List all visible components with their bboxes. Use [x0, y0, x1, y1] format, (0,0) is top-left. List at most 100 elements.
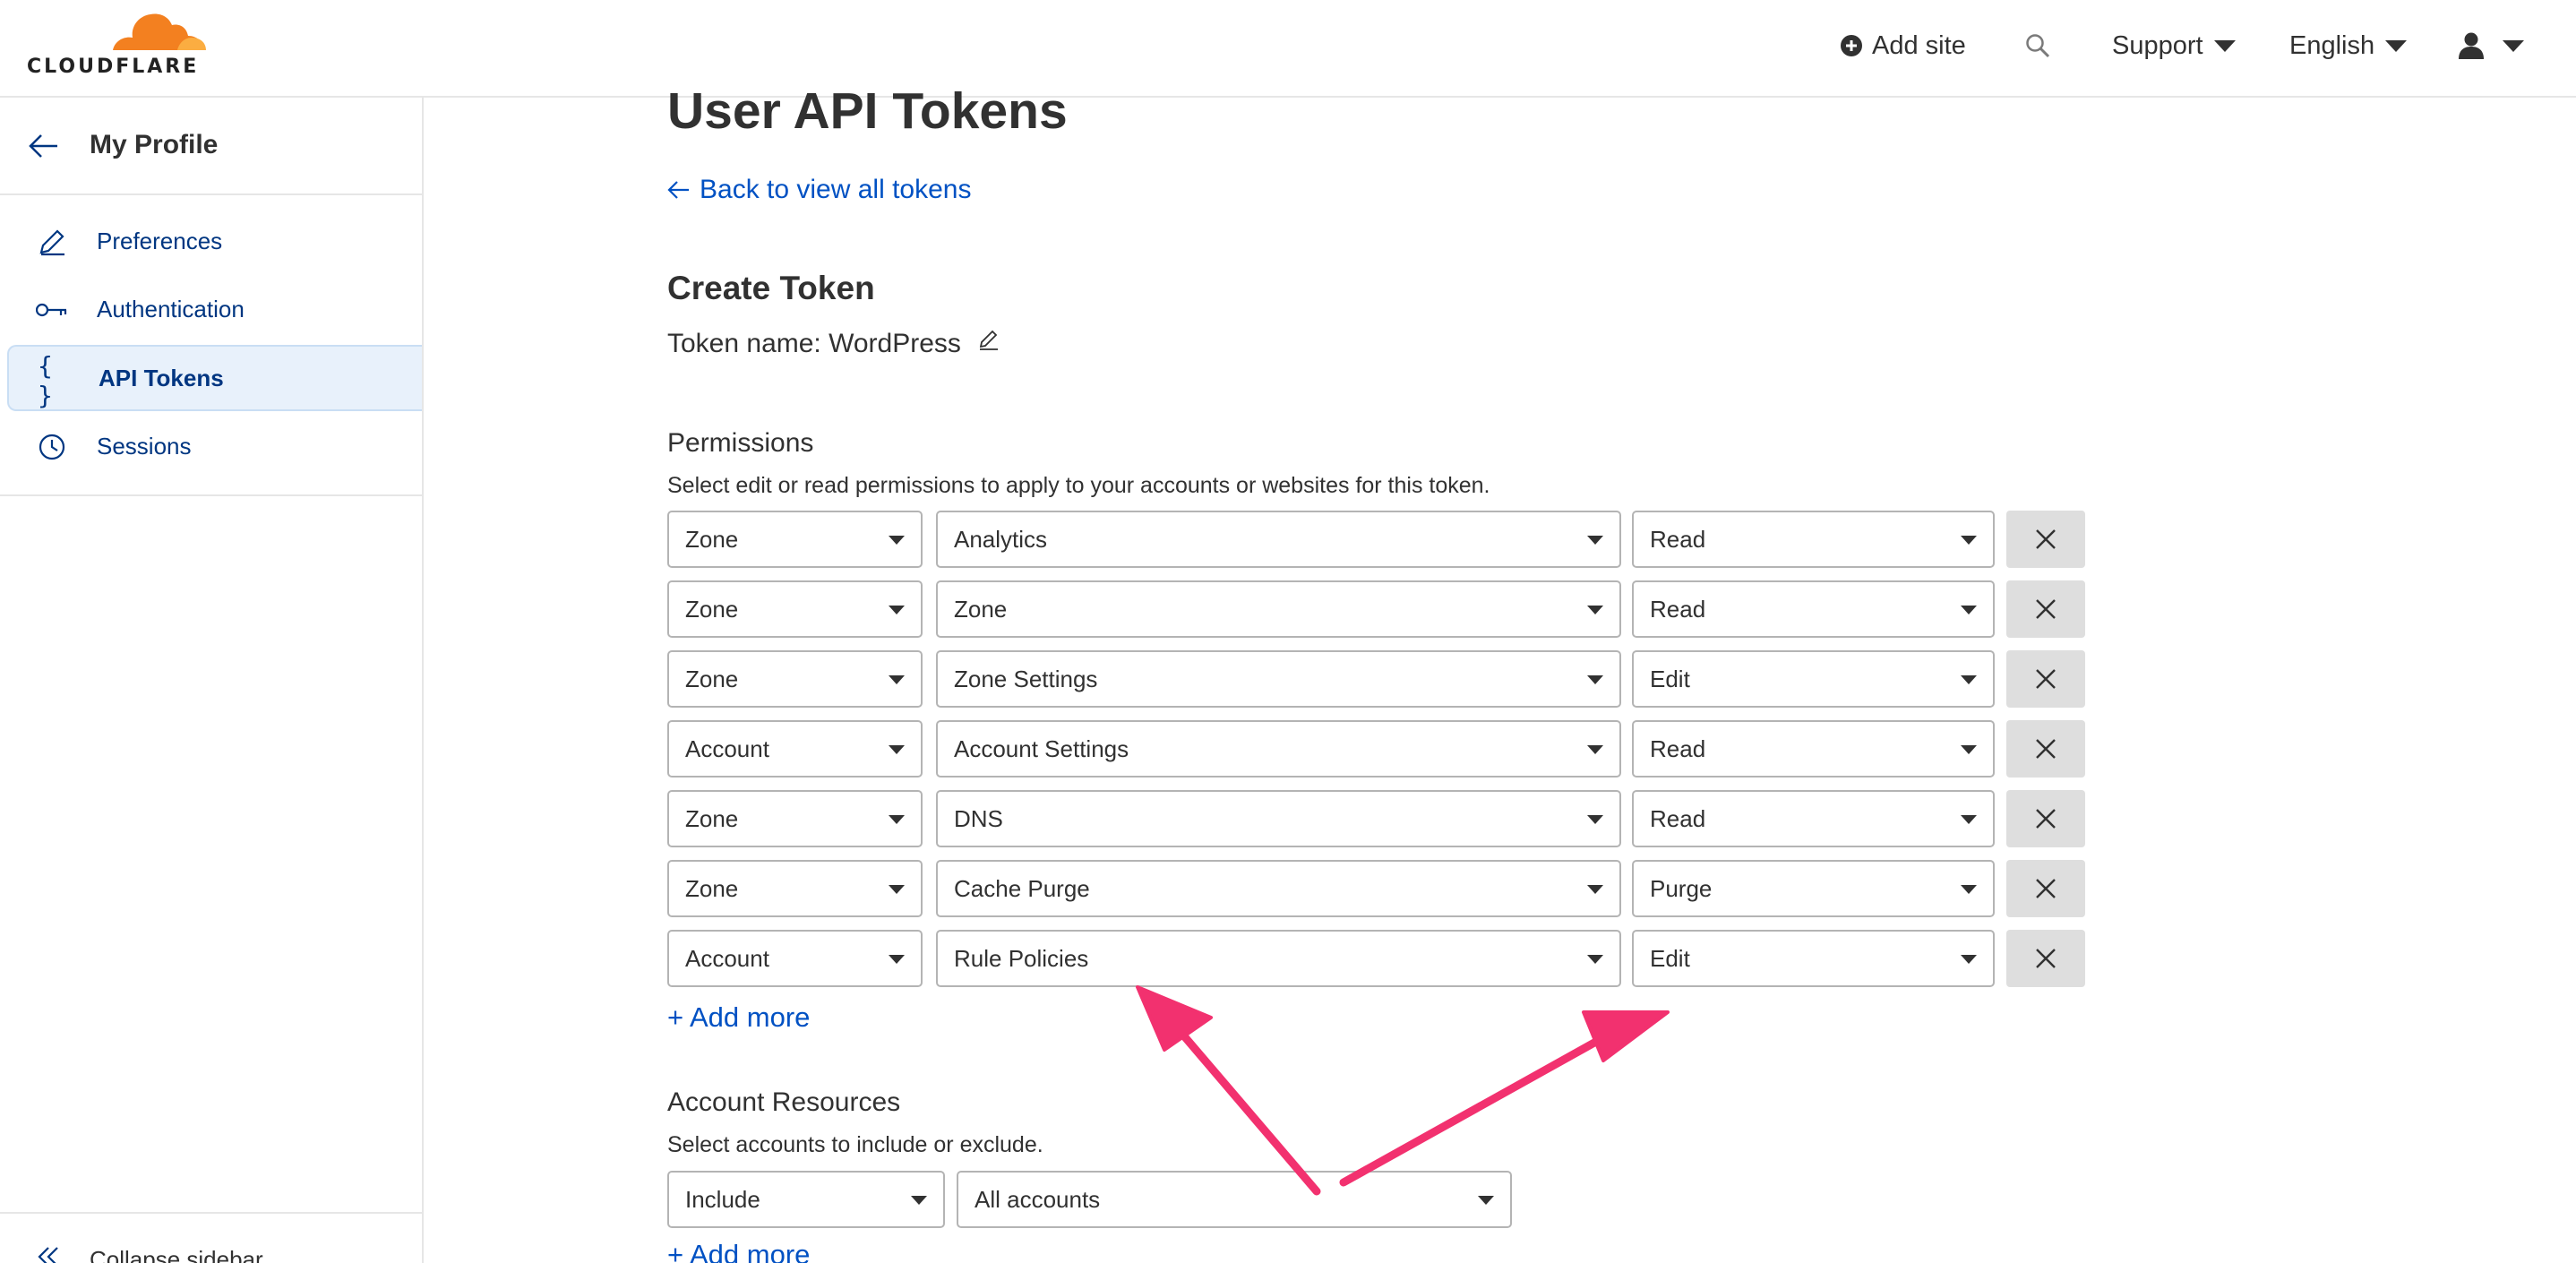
- annotation-arrow-right: [1339, 1029, 1615, 1187]
- arrowhead-icon: [1582, 1010, 1670, 1062]
- scope-select[interactable]: Zone: [667, 580, 923, 638]
- language-label: English: [2289, 30, 2375, 60]
- resource-value: Account Settings: [954, 735, 1129, 762]
- scope-select[interactable]: Zone: [667, 511, 923, 568]
- scope-value: Account: [685, 944, 769, 972]
- back-link-label: Back to view all tokens: [700, 175, 972, 204]
- close-icon: [2036, 669, 2056, 689]
- resource-select[interactable]: Rule Policies: [936, 930, 1621, 987]
- dropdown-arrow-icon: [1961, 536, 1977, 545]
- sidebar-item-api-tokens[interactable]: { } API Tokens: [7, 345, 422, 411]
- remove-permission-button[interactable]: [2006, 860, 2085, 917]
- scope-select[interactable]: Zone: [667, 790, 923, 847]
- token-name-display: Token name: WordPress: [667, 329, 1000, 359]
- remove-permission-button[interactable]: [2006, 790, 2085, 847]
- chevron-down-icon: [2385, 39, 2408, 52]
- resource-value: Rule Policies: [954, 944, 1089, 972]
- language-menu[interactable]: English: [2289, 27, 2408, 64]
- include-select[interactable]: Include: [667, 1171, 945, 1228]
- sidebar-item-preferences[interactable]: Preferences: [7, 208, 422, 274]
- dropdown-arrow-icon: [1961, 675, 1977, 684]
- permission-row: Zone DNS Read: [667, 790, 2088, 847]
- scope-select[interactable]: Zone: [667, 650, 923, 708]
- access-level-select[interactable]: Edit: [1632, 650, 1995, 708]
- permission-row: Zone Zone Settings Edit: [667, 650, 2088, 708]
- dropdown-arrow-icon: [1587, 885, 1603, 894]
- permissions-heading: Permissions: [667, 428, 814, 458]
- resource-value: Zone Settings: [954, 665, 1098, 692]
- sidebar-item-label: API Tokens: [99, 364, 224, 391]
- dropdown-arrow-icon: [889, 675, 905, 684]
- access-level-select[interactable]: Read: [1632, 720, 1995, 778]
- remove-permission-button[interactable]: [2006, 650, 2085, 708]
- back-arrow-button[interactable]: [27, 130, 63, 162]
- support-menu[interactable]: Support: [2112, 27, 2236, 64]
- remove-permission-button[interactable]: [2006, 580, 2085, 638]
- sidebar-item-sessions[interactable]: Sessions: [7, 413, 422, 479]
- dropdown-arrow-icon: [889, 955, 905, 964]
- sidebar-title: My Profile: [90, 130, 219, 159]
- pencil-icon[interactable]: [977, 329, 1000, 359]
- scope-value: Zone: [685, 525, 739, 553]
- add-site-button[interactable]: Add site: [1840, 27, 1966, 64]
- access-level-value: Edit: [1650, 665, 1690, 692]
- double-chevron-left-icon: [38, 1247, 58, 1263]
- scope-select[interactable]: Zone: [667, 860, 923, 917]
- remove-permission-button[interactable]: [2006, 930, 2085, 987]
- remove-permission-button[interactable]: [2006, 720, 2085, 778]
- permission-row: Account Rule Policies Edit: [667, 930, 2088, 987]
- dropdown-arrow-icon: [889, 745, 905, 754]
- access-level-select[interactable]: Edit: [1632, 930, 1995, 987]
- account-resource-row: Include All accounts: [667, 1171, 2088, 1228]
- resource-select[interactable]: Account Settings: [936, 720, 1621, 778]
- resource-value: Cache Purge: [954, 874, 1090, 902]
- resource-select[interactable]: Zone: [936, 580, 1621, 638]
- user-menu[interactable]: [2458, 27, 2524, 64]
- scope-value: Zone: [685, 804, 739, 832]
- dropdown-arrow-icon: [889, 815, 905, 824]
- resource-select[interactable]: DNS: [936, 790, 1621, 847]
- arrowhead-icon: [1136, 985, 1213, 1052]
- access-level-select[interactable]: Read: [1632, 580, 1995, 638]
- scope-value: Zone: [685, 665, 739, 692]
- arrow-left-icon: [667, 181, 689, 199]
- support-label: Support: [2112, 30, 2203, 60]
- add-site-label: Add site: [1872, 30, 1966, 60]
- add-more-resources-link[interactable]: + Add more: [667, 1239, 810, 1263]
- add-more-permissions-link[interactable]: + Add more: [667, 1001, 810, 1034]
- scope-select[interactable]: Account: [667, 720, 923, 778]
- scope-value: Account: [685, 735, 769, 762]
- close-icon: [2036, 809, 2056, 829]
- access-level-value: Read: [1650, 525, 1706, 553]
- scope-select[interactable]: Account: [667, 930, 923, 987]
- permission-row: Zone Cache Purge Purge: [667, 860, 2088, 917]
- pencil-icon: [36, 226, 68, 258]
- collapse-sidebar-button[interactable]: Collapse sidebar: [36, 1246, 263, 1263]
- resource-value: Analytics: [954, 525, 1048, 553]
- permission-row: Zone Analytics Read: [667, 511, 2088, 568]
- access-level-value: Read: [1650, 735, 1706, 762]
- access-level-select[interactable]: Read: [1632, 790, 1995, 847]
- account-resources-description: Select accounts to include or exclude.: [667, 1132, 1043, 1157]
- resource-select[interactable]: Analytics: [936, 511, 1621, 568]
- resource-select[interactable]: Cache Purge: [936, 860, 1621, 917]
- remove-permission-button[interactable]: [2006, 511, 2085, 568]
- cloudflare-logo[interactable]: CLOUDFLARE: [27, 11, 206, 78]
- close-icon: [2036, 599, 2056, 619]
- create-token-heading: Create Token: [667, 270, 875, 306]
- search-icon: [2026, 34, 2050, 58]
- dropdown-arrow-icon: [1587, 745, 1603, 754]
- account-resources-heading: Account Resources: [667, 1087, 901, 1117]
- search-button[interactable]: [2024, 27, 2051, 64]
- page-title: User API Tokens: [667, 82, 1068, 140]
- access-level-select[interactable]: Read: [1632, 511, 1995, 568]
- resource-select[interactable]: Zone Settings: [936, 650, 1621, 708]
- access-level-select[interactable]: Purge: [1632, 860, 1995, 917]
- sidebar-item-authentication[interactable]: Authentication: [7, 276, 422, 342]
- dropdown-arrow-icon: [1961, 955, 1977, 964]
- back-to-tokens-link[interactable]: Back to view all tokens: [667, 175, 971, 205]
- chevron-down-icon: [2213, 39, 2236, 52]
- accounts-select[interactable]: All accounts: [957, 1171, 1512, 1228]
- sidebar-divider: [0, 494, 422, 496]
- annotation-arrow-left: [1176, 1027, 1321, 1196]
